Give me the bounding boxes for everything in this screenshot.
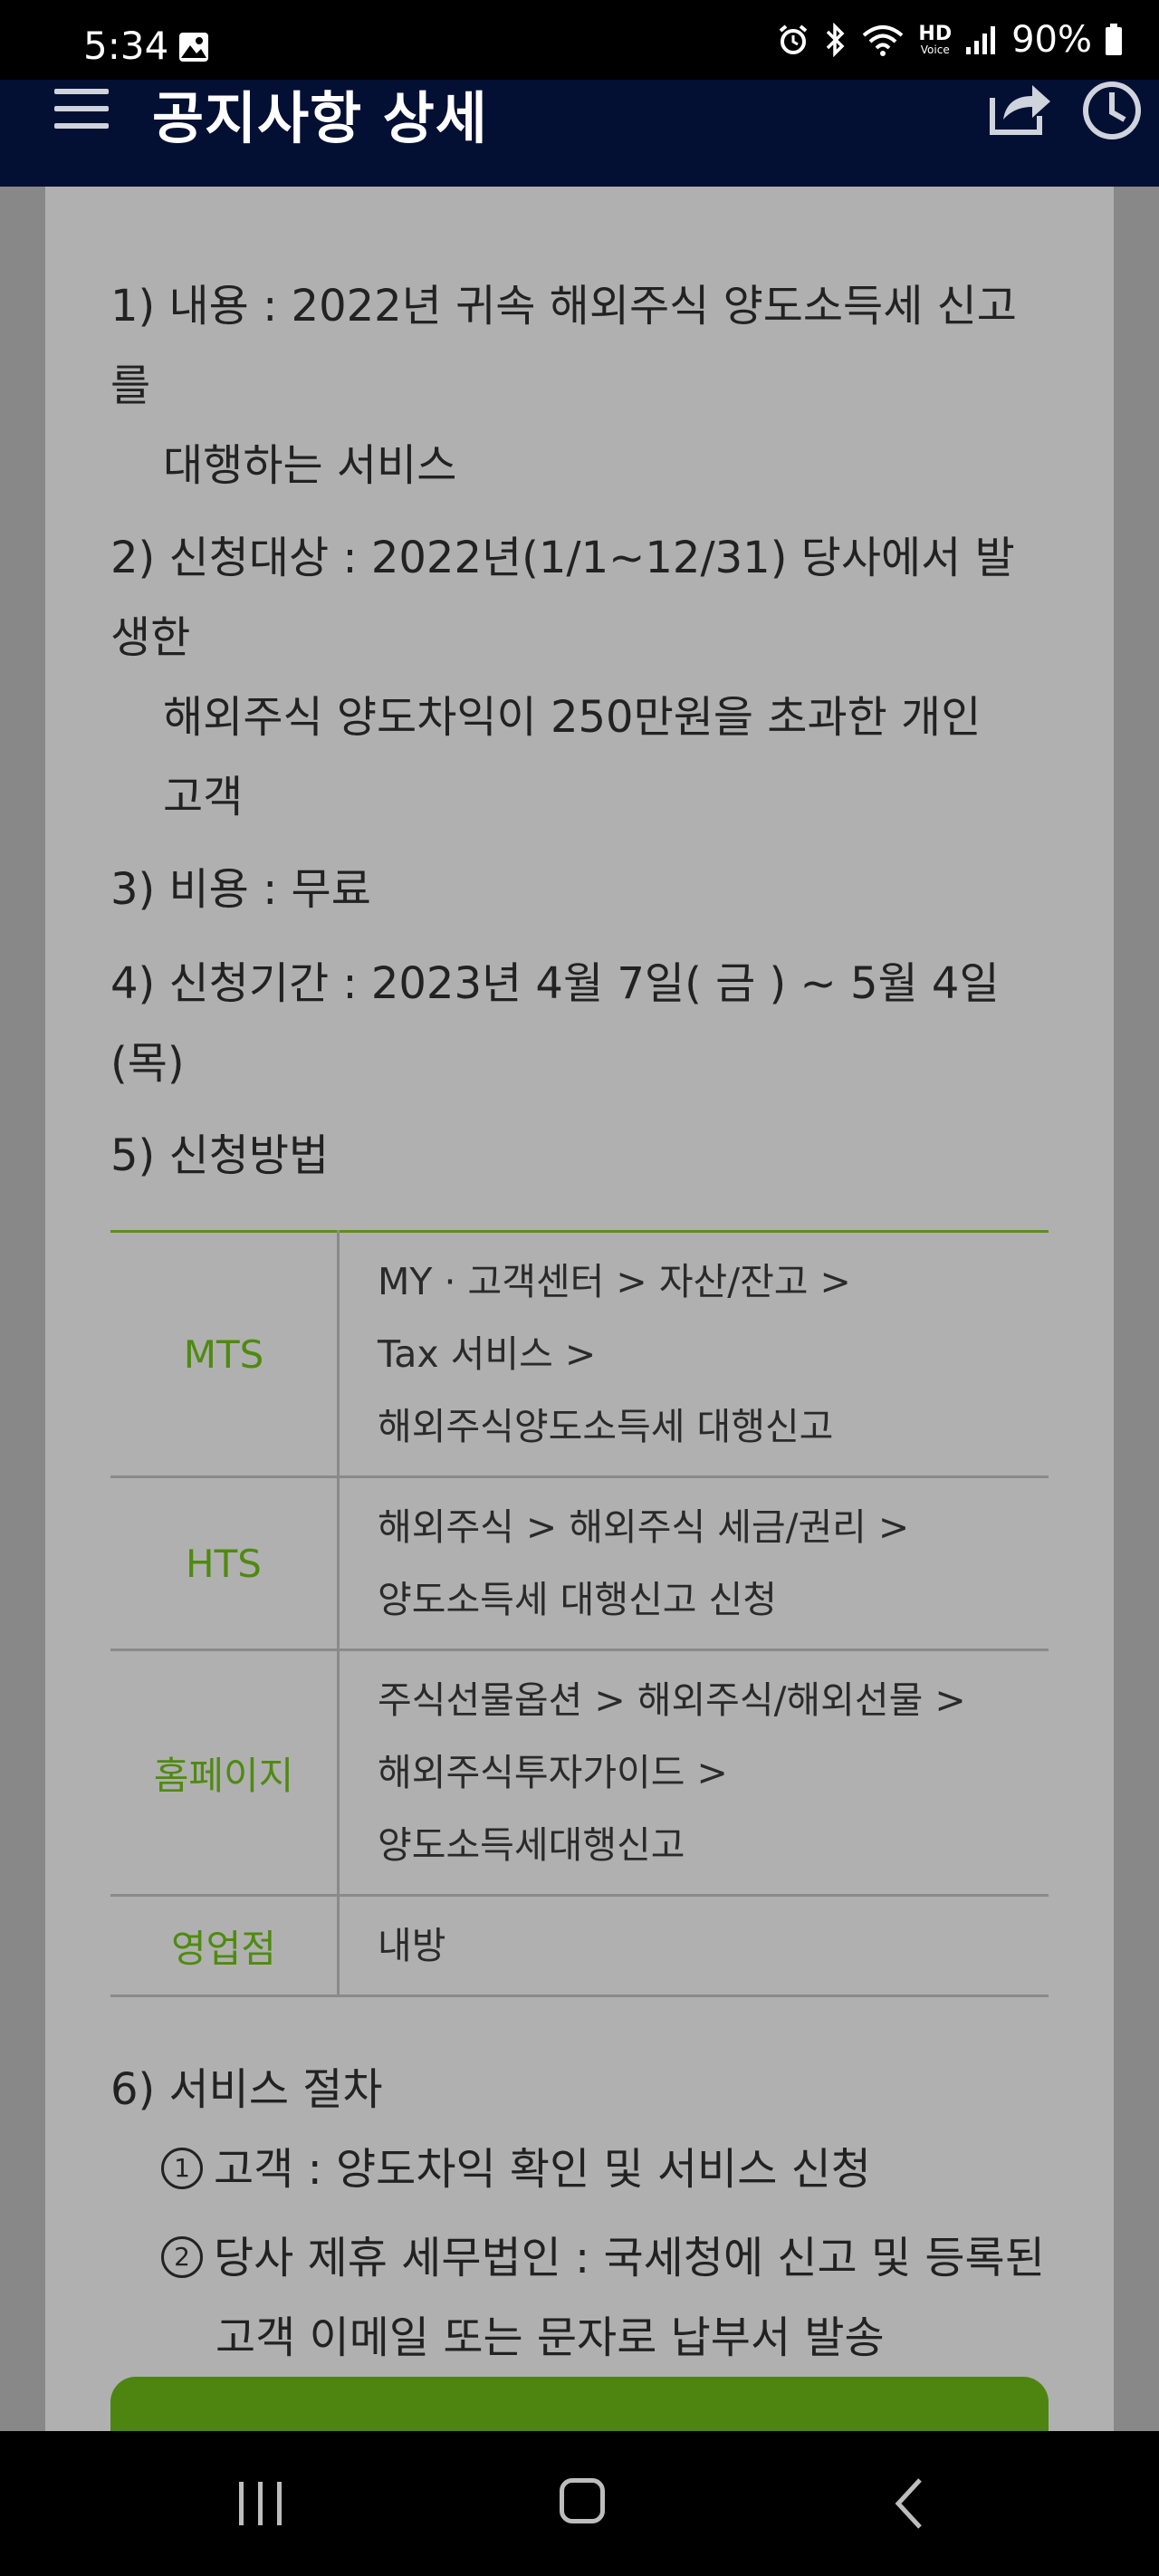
signal-icon: [966, 26, 996, 54]
method-path-line: 주식선물옵션 > 해외주식/해외선물 >: [378, 1678, 966, 1722]
menu-icon[interactable]: [54, 89, 109, 136]
notice-item-content-line1: 1) 내용 : 2022년 귀속 해외주식 양도소득세 신고를: [110, 281, 1017, 411]
method-path: 주식선물옵션 > 해외주식/해외선물 > 해외주식투자가이드 > 양도소득세대행신고: [338, 1649, 1049, 1897]
notice-item-period: 4) 신청기간 : 2023년 4월 7일( 금 ) ~ 5월 4일(목): [110, 958, 1000, 1089]
step-number-badge: 1: [161, 2148, 203, 2189]
method-row: MTS MY · 고객센터 > 자산/잔고 > Tax 서비스 > 해외주식양도소득세…: [110, 1231, 1049, 1478]
step-text-continued: 고객 이메일 또는 문자로 납부서 발송: [216, 2312, 885, 2363]
status-icons: HD Voice 90%: [777, 19, 1123, 61]
apply-button[interactable]: [110, 2377, 1049, 2431]
method-path-line: 해외주식 > 해외주식 세금/권리 >: [378, 1505, 910, 1549]
step-number-badge: 2: [161, 2236, 203, 2278]
app-header: 공지사항 상세: [0, 80, 1159, 187]
notice-item-content-line2: 대행하는 서비스: [163, 440, 457, 491]
notice-body: 1) 내용 : 2022년 귀속 해외주식 양도소득세 신고를 대행하는 서비스…: [110, 266, 1049, 2431]
method-path: 내방: [338, 1895, 1049, 1997]
method-path-line: MY · 고객센터 > 자산/잔고 >: [378, 1260, 851, 1303]
method-row: HTS 해외주식 > 해외주식 세금/권리 > 양도소득세 대행신고 신청: [110, 1476, 1049, 1651]
notice-item-cost: 3) 비용 : 무료: [110, 864, 371, 915]
method-path: 해외주식 > 해외주식 세금/권리 > 양도소득세 대행신고 신청: [338, 1476, 1049, 1651]
hd-label: HD: [918, 23, 953, 45]
step-text: 고객 : 양도차익 확인 및 서비스 신청: [214, 2144, 871, 2195]
page-title: 공지사항 상세: [152, 85, 488, 151]
status-bar: 5:34 HD Voice 90%: [0, 0, 1159, 80]
notice-item-target-line2: 해외주식 양도차익이 250만원을 초과한 개인: [163, 692, 982, 743]
method-path-line: 해외주식투자가이드 >: [378, 1751, 728, 1794]
procedure-step: 2 당사 제휴 세무법인 : 국세청에 신고 및 등록된고객 이메일 또는 문자로…: [110, 2218, 1049, 2378]
method-path-line: 양도소득세 대행신고 신청: [378, 1578, 777, 1621]
alarm-icon: [780, 24, 808, 54]
recent-apps-icon[interactable]: [237, 2482, 284, 2525]
notice-item-target-line3: 고객: [163, 772, 244, 822]
method-name: 홈페이지: [110, 1649, 340, 1897]
method-path-line: 양도소득세대행신고: [378, 1823, 685, 1867]
notice-content: 1) 내용 : 2022년 귀속 해외주식 양도소득세 신고를 대행하는 서비스…: [45, 187, 1114, 2431]
battery-percent: 90%: [1011, 19, 1092, 61]
history-clock-icon[interactable]: [1081, 80, 1143, 141]
status-time: 5:34: [83, 24, 169, 68]
notice-item-target: 2) 신청대상 : 2022년(1/1~12/31) 당사에서 발생한 해외주식…: [110, 518, 1049, 837]
method-name: 영업점: [110, 1895, 340, 1997]
method-row: 홈페이지 주식선물옵션 > 해외주식/해외선물 > 해외주식투자가이드 > 양도소득세…: [110, 1649, 1049, 1897]
hd-voice-icon: HD Voice: [918, 23, 953, 56]
method-name: HTS: [110, 1476, 340, 1651]
home-icon[interactable]: [560, 2478, 605, 2523]
notice-item-content: 1) 내용 : 2022년 귀속 해외주식 양도소득세 신고를 대행하는 서비스: [110, 266, 1049, 505]
share-icon[interactable]: [987, 80, 1052, 136]
method-path-line: 해외주식양도소득세 대행신고: [378, 1405, 834, 1448]
gallery-icon: [179, 33, 208, 62]
notice-item-method: 5) 신청방법: [110, 1130, 330, 1181]
method-table: MTS MY · 고객센터 > 자산/잔고 > Tax 서비스 > 해외주식양도소득세…: [110, 1230, 1049, 1997]
method-path-line: 내방: [378, 1924, 446, 1967]
battery-icon: [1106, 24, 1122, 55]
step-text: 당사 제휴 세무법인 : 국세청에 신고 및 등록된: [214, 2233, 1045, 2283]
procedure-title: 6) 서비스 절차: [110, 2064, 383, 2115]
method-row: 영업점 내방: [110, 1895, 1049, 1997]
notice-item-target-line1: 2) 신청대상 : 2022년(1/1~12/31) 당사에서 발생한: [110, 533, 1015, 663]
bluetooth-icon: [827, 23, 845, 57]
voice-label: Voice: [920, 43, 950, 56]
navigation-bar: [0, 2431, 1159, 2576]
back-icon[interactable]: [893, 2476, 925, 2531]
method-path: MY · 고객센터 > 자산/잔고 > Tax 서비스 > 해외주식양도소득세 대행…: [338, 1231, 1049, 1478]
method-path-line: Tax 서비스 >: [378, 1332, 597, 1376]
procedure-step: 1 고객 : 양도차익 확인 및 서비스 신청: [110, 2129, 1049, 2209]
wifi-icon: [863, 25, 904, 56]
method-name: MTS: [110, 1231, 340, 1478]
